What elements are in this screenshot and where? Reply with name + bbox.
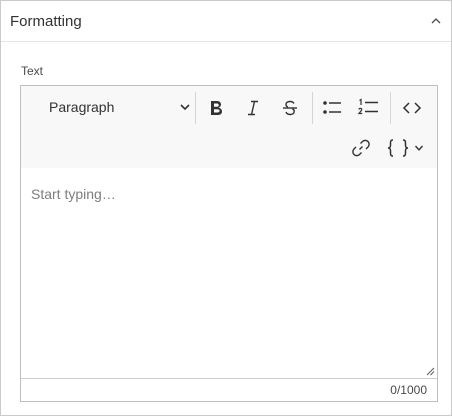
toolbar-separator <box>312 92 313 124</box>
rich-text-editor: Paragraph Start typing… 0/1000 <box>20 85 438 402</box>
bulleted-list-button[interactable] <box>317 93 347 123</box>
character-count: 0/1000 <box>390 383 427 397</box>
editor-toolbar: Paragraph <box>21 86 437 168</box>
link-button[interactable] <box>346 133 376 163</box>
chevron-up-icon[interactable] <box>429 14 443 28</box>
numbered-list-button[interactable] <box>353 93 383 123</box>
insert-field-button[interactable] <box>383 133 427 163</box>
curly-braces-icon <box>387 139 409 157</box>
resize-handle-icon[interactable] <box>425 366 435 376</box>
code-icon <box>402 102 422 114</box>
strikethrough-icon <box>283 100 297 116</box>
editor-placeholder: Start typing… <box>31 186 116 202</box>
toolbar-separator <box>195 92 196 124</box>
strikethrough-button[interactable] <box>275 93 305 123</box>
italic-icon <box>248 100 258 116</box>
bold-button[interactable] <box>201 93 231 123</box>
editor-content-input[interactable]: Start typing… <box>21 168 437 378</box>
footer-divider <box>21 378 437 379</box>
italic-button[interactable] <box>238 93 268 123</box>
paragraph-format-select[interactable]: Paragraph <box>31 92 191 122</box>
bulleted-list-icon <box>323 101 341 114</box>
text-field-label: Text <box>21 64 44 78</box>
formatting-panel: Formatting Text Paragraph Start typing… … <box>0 0 452 416</box>
bold-icon <box>211 101 222 115</box>
paragraph-select-value: Paragraph <box>49 99 115 115</box>
code-button[interactable] <box>397 93 427 123</box>
link-icon <box>352 139 370 157</box>
chevron-down-icon <box>414 145 424 151</box>
toolbar-separator <box>390 92 391 124</box>
panel-header[interactable]: Formatting <box>1 1 451 41</box>
header-divider <box>1 41 451 42</box>
chevron-down-icon <box>179 101 191 113</box>
panel-title: Formatting <box>10 12 82 30</box>
numbered-list-icon <box>357 98 378 115</box>
